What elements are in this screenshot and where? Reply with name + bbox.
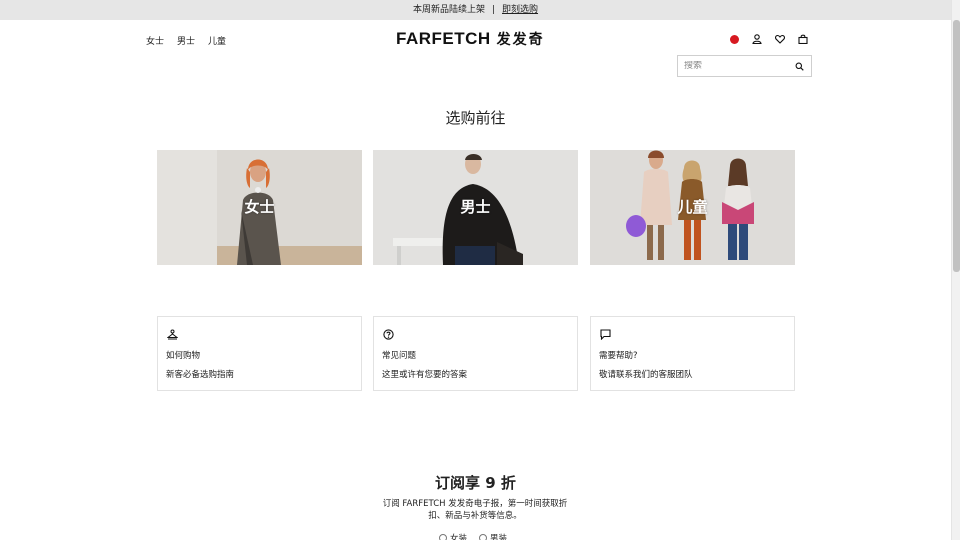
help-card-contact[interactable]: 需要帮助? 敬请联系我们的客服团队 <box>590 316 795 391</box>
nav-kids[interactable]: 儿童 <box>208 34 226 47</box>
search-icon[interactable] <box>795 62 804 71</box>
search-box <box>677 55 812 77</box>
banner-shop-link[interactable]: 即刻选购 <box>502 5 538 15</box>
chat-bubble-icon <box>600 329 611 340</box>
hanger-icon <box>167 329 178 340</box>
card-description: 新客必备选购指南 <box>166 370 235 380</box>
page-scrollbar[interactable] <box>951 0 960 540</box>
subscribe-gender-options: 女装 男装 <box>439 532 507 540</box>
tile-kids[interactable]: 儿童 <box>590 150 795 265</box>
banner-text: 本周新品陆续上架 <box>412 5 485 15</box>
account-icon[interactable] <box>752 34 762 44</box>
tile-kids-label: 儿童 <box>677 198 708 216</box>
card-title: 需要帮助? <box>599 351 638 361</box>
card-title: 如何购物 <box>166 351 201 361</box>
nav-men[interactable]: 男士 <box>177 34 195 47</box>
radio-label: 男装 <box>490 534 508 540</box>
radio-option-men[interactable]: 男装 <box>479 532 507 540</box>
help-card-how-to-shop[interactable]: 如何购物 新客必备选购指南 <box>157 316 362 391</box>
logo-brand: FARFETCH <box>396 29 491 48</box>
radio-button[interactable] <box>439 534 447 540</box>
tile-women-label: 女士 <box>244 198 275 216</box>
shopping-bag-icon[interactable] <box>798 34 808 44</box>
radio-option-women[interactable]: 女装 <box>439 532 467 540</box>
header-icons <box>730 34 808 44</box>
subscribe-title: 订阅享 9 折 <box>435 474 516 492</box>
search-input[interactable] <box>678 61 788 71</box>
card-description: 这里或许有您要的答案 <box>382 370 468 380</box>
card-title: 常见问题 <box>382 351 417 361</box>
help-card-faq[interactable]: 常见问题 这里或许有您要的答案 <box>373 316 578 391</box>
gender-nav: 女士 男士 儿童 <box>146 34 226 47</box>
question-circle-icon <box>383 329 394 340</box>
tile-men[interactable]: 男士 <box>373 150 578 265</box>
radio-label: 女装 <box>450 534 468 540</box>
wishlist-heart-icon[interactable] <box>775 34 785 44</box>
shop-heading: 选购前往 <box>445 109 506 127</box>
subscribe-description: 订阅 FARFETCH 发发奇电子报，第一时间获取折扣、新品与补货等信息。 <box>382 499 568 521</box>
scrollbar-thumb[interactable] <box>953 20 960 272</box>
tile-women[interactable]: 女士 <box>157 150 362 265</box>
tile-men-label: 男士 <box>460 198 491 216</box>
promo-banner: 本周新品陆续上架 | 即刻选购 <box>0 0 951 20</box>
logo-chinese: 发发奇 <box>496 32 545 48</box>
flag-icon[interactable] <box>730 34 739 44</box>
banner-separator: | <box>491 5 496 15</box>
card-description: 敬请联系我们的客服团队 <box>599 370 693 380</box>
nav-women[interactable]: 女士 <box>146 34 164 47</box>
radio-button[interactable] <box>479 534 488 540</box>
farfetch-logo[interactable]: FARFETCH 发发奇 <box>396 29 545 48</box>
